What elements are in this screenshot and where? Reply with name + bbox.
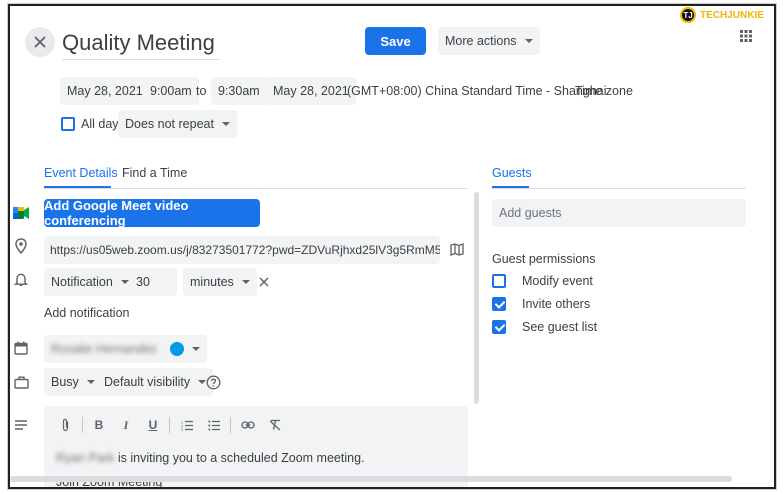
more-actions-button[interactable]: More actions bbox=[438, 27, 540, 55]
description-line1: Ryan Park is inviting you to a scheduled… bbox=[56, 451, 365, 465]
notification-unit-dropdown[interactable]: minutes bbox=[183, 268, 257, 296]
google-meet-icon bbox=[12, 204, 30, 222]
chevron-down-icon bbox=[120, 280, 129, 284]
chevron-down-icon bbox=[241, 280, 250, 284]
busy-label: Busy bbox=[51, 375, 79, 389]
numbered-list-icon[interactable]: 123 bbox=[178, 416, 196, 434]
chevron-down-icon bbox=[221, 122, 230, 126]
location-value: https://us05web.zoom.us/j/83273501772?pw… bbox=[50, 243, 440, 257]
chevron-down-icon bbox=[86, 380, 95, 384]
close-icon bbox=[34, 36, 46, 48]
notification-unit-label: minutes bbox=[190, 275, 234, 289]
busy-dropdown[interactable]: Busy bbox=[44, 368, 102, 396]
modify-event-label: Modify event bbox=[522, 274, 593, 288]
location-field[interactable]: https://us05web.zoom.us/j/83273501772?pw… bbox=[44, 236, 440, 264]
all-day-label: All day bbox=[81, 117, 119, 131]
timezone-link[interactable]: Time zone bbox=[575, 84, 633, 98]
add-guests-placeholder: Add guests bbox=[499, 206, 562, 220]
details-scrollbar[interactable] bbox=[474, 192, 479, 404]
calendar-owner-name: Rosalie Hernandez bbox=[51, 342, 158, 356]
attachment-icon[interactable] bbox=[56, 416, 74, 434]
notification-type-dropdown[interactable]: Notification bbox=[44, 268, 136, 296]
invite-others-checkbox[interactable] bbox=[492, 297, 506, 311]
toolbar-divider bbox=[169, 417, 170, 433]
location-icon bbox=[12, 237, 30, 255]
calendar-owner-dropdown[interactable]: Rosalie Hernandez bbox=[44, 335, 181, 363]
techjunkie-brand: TECHJUNKIE bbox=[700, 9, 764, 21]
start-date-field[interactable]: May 28, 2021 bbox=[60, 77, 150, 105]
clear-formatting-icon[interactable] bbox=[266, 416, 284, 434]
calendar-color-dropdown[interactable] bbox=[163, 335, 207, 363]
briefcase-icon bbox=[12, 373, 30, 391]
remove-notification-button[interactable] bbox=[254, 272, 274, 292]
save-button[interactable]: Save bbox=[365, 27, 426, 55]
close-icon bbox=[259, 277, 269, 287]
bulleted-list-icon[interactable] bbox=[205, 416, 223, 434]
timezone-text: (GMT+08:00) China Standard Time - Shangh… bbox=[347, 84, 607, 98]
more-actions-label: More actions bbox=[445, 34, 517, 48]
notification-amount-input[interactable]: 30 bbox=[129, 268, 177, 296]
add-guests-input[interactable]: Add guests bbox=[492, 199, 746, 227]
techjunkie-logo-icon: TJ bbox=[680, 7, 696, 23]
guests-divider bbox=[492, 188, 746, 189]
color-swatch bbox=[170, 342, 184, 356]
bell-icon bbox=[12, 270, 30, 288]
all-day-checkbox[interactable] bbox=[61, 117, 75, 131]
modify-event-checkbox[interactable] bbox=[492, 274, 506, 288]
tab-event-details[interactable]: Event Details bbox=[44, 166, 118, 180]
tab-guests[interactable]: Guests bbox=[492, 166, 532, 180]
repeat-label: Does not repeat bbox=[125, 117, 214, 131]
end-time-field[interactable]: 9:30am bbox=[211, 77, 267, 105]
close-button[interactable] bbox=[25, 27, 55, 57]
invite-others-label: Invite others bbox=[522, 297, 591, 311]
start-time-field[interactable]: 9:00am bbox=[143, 77, 199, 105]
chevron-down-icon bbox=[192, 347, 200, 351]
italic-icon[interactable]: I bbox=[117, 416, 135, 434]
bold-icon[interactable]: B bbox=[90, 416, 108, 434]
underline-icon[interactable]: U bbox=[144, 416, 162, 434]
apps-grid-icon[interactable] bbox=[736, 26, 756, 46]
horizontal-scrollbar[interactable] bbox=[10, 476, 732, 482]
add-notification-link[interactable]: Add notification bbox=[44, 306, 129, 320]
description-icon bbox=[12, 416, 30, 434]
event-editor-window: Quality Meeting Save More actions TJ TEC… bbox=[8, 4, 776, 489]
to-label: to bbox=[196, 84, 207, 98]
see-guest-list-label: See guest list bbox=[522, 320, 598, 334]
toolbar-divider bbox=[230, 417, 231, 433]
description-invite-text: is inviting you to a scheduled Zoom meet… bbox=[117, 451, 365, 465]
map-icon[interactable] bbox=[447, 239, 467, 259]
notification-type-label: Notification bbox=[51, 275, 113, 289]
see-guest-list-checkbox[interactable] bbox=[492, 320, 506, 334]
repeat-dropdown[interactable]: Does not repeat bbox=[118, 110, 237, 138]
end-date-field[interactable]: May 28, 2021 bbox=[266, 77, 356, 105]
description-sender: Ryan Park bbox=[56, 451, 115, 465]
guest-permissions-title: Guest permissions bbox=[492, 252, 596, 266]
help-icon[interactable] bbox=[203, 372, 223, 392]
title-field[interactable]: Quality Meeting bbox=[62, 26, 220, 60]
visibility-label: Default visibility bbox=[104, 375, 191, 389]
techjunkie-logo: TJ TECHJUNKIE bbox=[680, 6, 774, 24]
tabs-divider bbox=[44, 188, 468, 189]
chevron-down-icon bbox=[524, 39, 533, 43]
svg-text:3: 3 bbox=[181, 428, 183, 431]
toolbar-divider bbox=[82, 417, 83, 433]
tab-find-a-time[interactable]: Find a Time bbox=[122, 166, 187, 180]
event-title: Quality Meeting bbox=[62, 30, 215, 55]
visibility-dropdown[interactable]: Default visibility bbox=[97, 368, 214, 396]
calendar-icon bbox=[12, 339, 30, 357]
add-google-meet-button[interactable]: Add Google Meet video conferencing bbox=[44, 198, 260, 228]
link-icon[interactable] bbox=[239, 416, 257, 434]
